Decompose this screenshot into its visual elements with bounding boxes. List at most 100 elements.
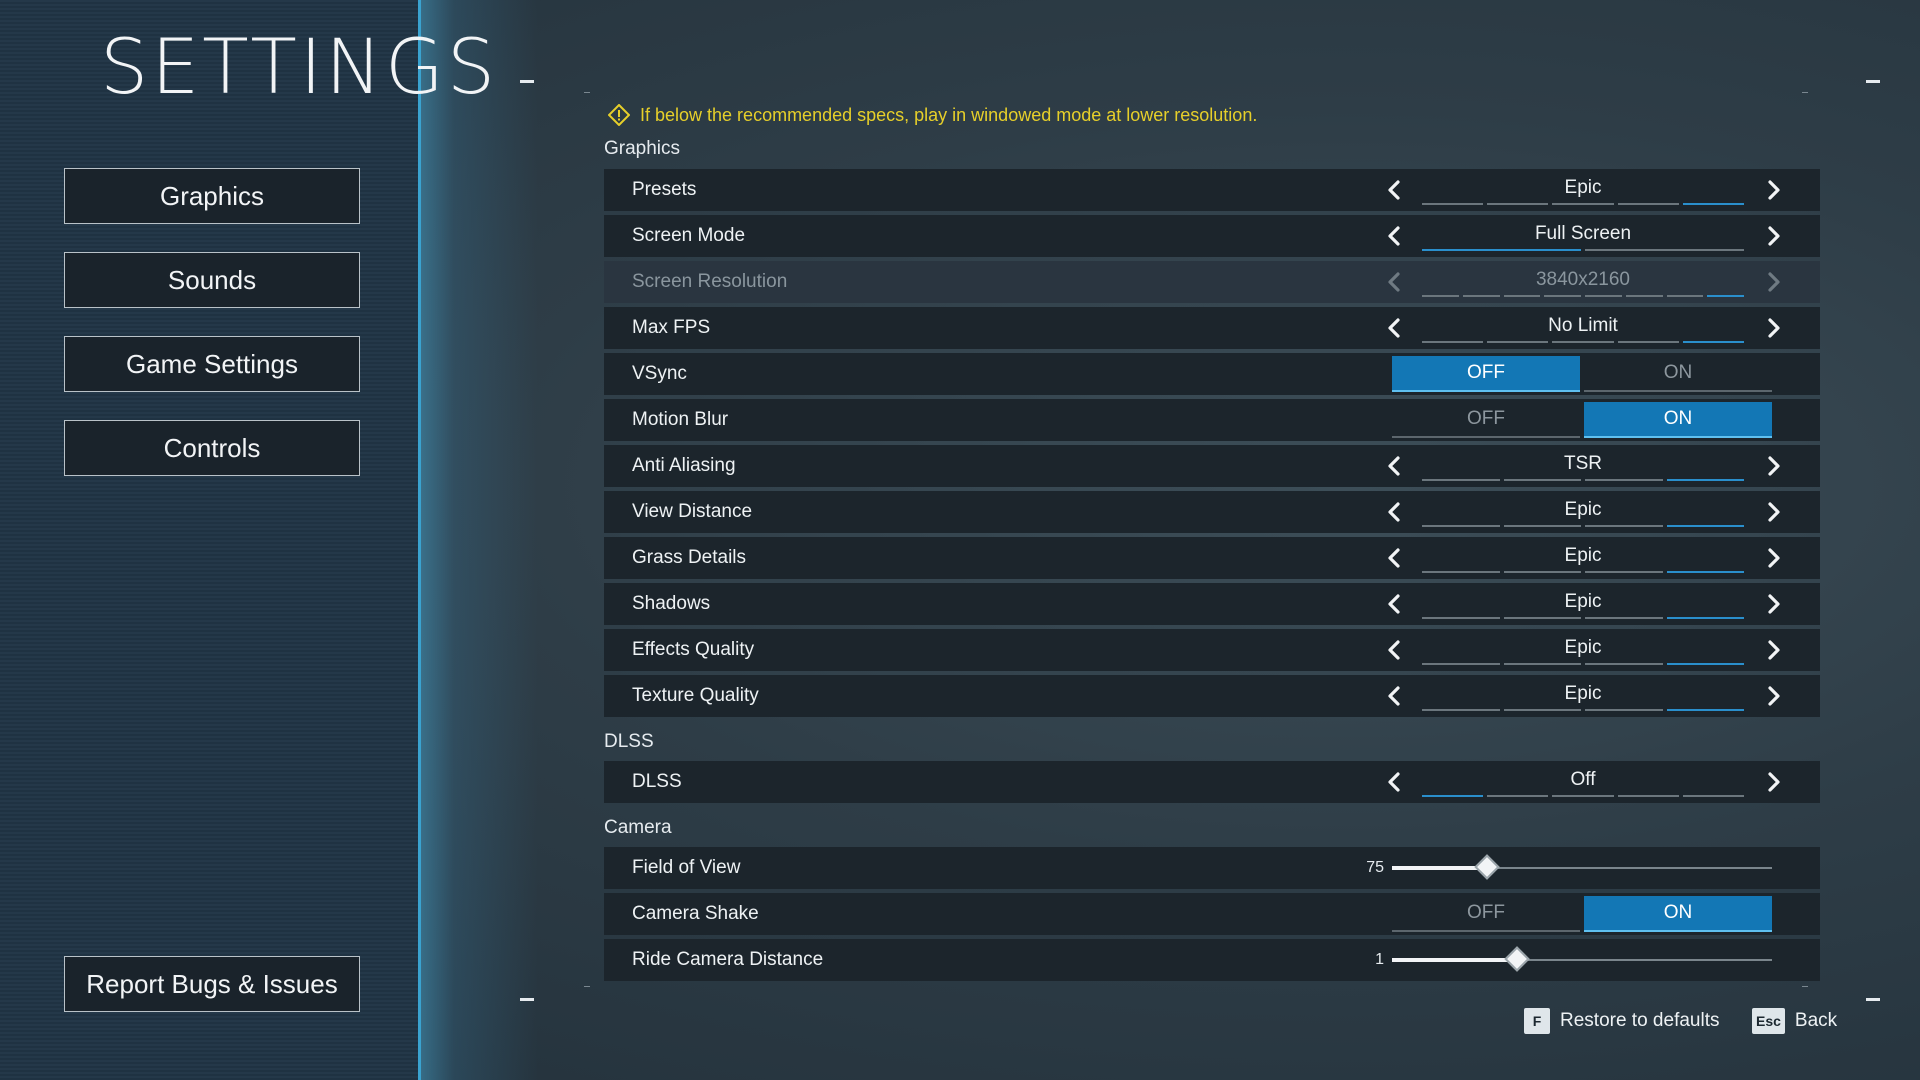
segment-indicator: [1422, 295, 1744, 297]
nav-controls-button[interactable]: Controls: [64, 420, 360, 476]
segment-mark: [1422, 341, 1484, 343]
segment-indicator: [1422, 617, 1744, 619]
chevron-right-icon[interactable]: [1758, 681, 1788, 711]
row-grass-details[interactable]: Grass Details Epic: [604, 537, 1820, 579]
segment-mark: [1422, 709, 1500, 711]
segment-mark: [1585, 479, 1663, 481]
nav-graphics-button[interactable]: Graphics: [64, 168, 360, 224]
chevron-right-icon[interactable]: [1758, 451, 1788, 481]
toggle-on-button[interactable]: ON: [1584, 402, 1772, 438]
segment-mark: [1707, 295, 1744, 297]
chevron-left-icon[interactable]: [1380, 313, 1410, 343]
frame-corner-tl: [520, 80, 534, 83]
chevron-left-icon[interactable]: [1380, 497, 1410, 527]
segment-mark: [1503, 295, 1541, 297]
toggle-off-button[interactable]: OFF: [1392, 356, 1580, 392]
chevron-left-icon: [1380, 267, 1410, 297]
segment-mark: [1682, 341, 1745, 343]
segment-mark: [1544, 295, 1581, 297]
select-value: No Limit: [1548, 315, 1618, 336]
back-hint[interactable]: Esc Back: [1752, 1008, 1837, 1034]
slider-fill: [1392, 958, 1517, 962]
chevron-right-icon[interactable]: [1758, 221, 1788, 251]
segment-mark: [1487, 795, 1549, 797]
row-camera-shake: Camera Shake OFF ON: [604, 893, 1820, 935]
row-motion-blur: Motion Blur OFF ON: [604, 399, 1820, 441]
segment-mark: [1625, 295, 1663, 297]
nav-sounds-button[interactable]: Sounds: [64, 252, 360, 308]
row-shadows[interactable]: Shadows Epic: [604, 583, 1820, 625]
segment-mark: [1422, 571, 1500, 573]
row-view-distance[interactable]: View Distance Epic: [604, 491, 1820, 533]
segment-mark: [1666, 617, 1744, 619]
segment-mark: [1422, 295, 1459, 297]
chevron-left-icon[interactable]: [1380, 221, 1410, 251]
f-key-icon: F: [1524, 1008, 1550, 1034]
row-effects-quality[interactable]: Effects Quality Epic: [604, 629, 1820, 671]
row-texture-quality[interactable]: Texture Quality Epic: [604, 675, 1820, 717]
segment-mark: [1487, 203, 1549, 205]
select-value: 3840x2160: [1535, 269, 1631, 290]
row-screen-mode[interactable]: Screen Mode Full Screen: [604, 215, 1820, 257]
segment-mark: [1422, 795, 1484, 797]
chevron-right-icon[interactable]: [1758, 497, 1788, 527]
row-anti-aliasing[interactable]: Anti Aliasing TSR: [604, 445, 1820, 487]
page-title: SETTINGS: [100, 22, 499, 111]
toggle-on-button[interactable]: ON: [1584, 896, 1772, 932]
segment-mark: [1666, 525, 1744, 527]
toggle-off-button[interactable]: OFF: [1392, 402, 1580, 438]
segment-mark: [1422, 249, 1581, 251]
segment-indicator: [1422, 709, 1744, 711]
warning-text: If below the recommended specs, play in …: [640, 104, 1258, 125]
report-bugs-button[interactable]: Report Bugs & Issues: [64, 956, 360, 1012]
frame-corner-br: [1866, 998, 1880, 1001]
select-value: Full Screen: [1534, 223, 1632, 244]
chevron-left-icon[interactable]: [1380, 589, 1410, 619]
slider-track[interactable]: [1392, 854, 1772, 880]
segment-mark: [1552, 203, 1614, 205]
nav-game-settings-button[interactable]: Game Settings: [64, 336, 360, 392]
chevron-right-icon[interactable]: [1758, 175, 1788, 205]
sidebar-glow: [418, 0, 538, 1080]
segment-mark: [1503, 479, 1581, 481]
chevron-left-icon[interactable]: [1380, 635, 1410, 665]
row-max-fps[interactable]: Max FPS No Limit: [604, 307, 1820, 349]
segment-mark: [1462, 295, 1500, 297]
row-presets[interactable]: Presets Epic: [604, 169, 1820, 211]
chevron-left-icon[interactable]: [1380, 175, 1410, 205]
segment-indicator: [1422, 525, 1744, 527]
chevron-right-icon[interactable]: [1758, 543, 1788, 573]
chevron-right-icon[interactable]: [1758, 635, 1788, 665]
chevron-left-icon[interactable]: [1380, 767, 1410, 797]
slider-handle[interactable]: [1474, 854, 1500, 880]
segment-mark: [1666, 571, 1744, 573]
row-label: Field of View: [632, 857, 741, 878]
segment-mark: [1422, 525, 1500, 527]
segment-mark: [1422, 617, 1500, 619]
row-label: Motion Blur: [632, 409, 729, 430]
segment-indicator: [1422, 795, 1745, 797]
segment-mark: [1552, 341, 1614, 343]
spec-warning: If below the recommended specs, play in …: [608, 104, 1257, 126]
segment-mark: [1585, 617, 1663, 619]
chevron-right-icon[interactable]: [1758, 313, 1788, 343]
row-label: Max FPS: [632, 317, 711, 338]
row-label: VSync: [632, 363, 687, 384]
row-label: Ride Camera Distance: [632, 949, 824, 970]
toggle-on-button[interactable]: ON: [1584, 356, 1772, 392]
chevron-right-icon[interactable]: [1758, 589, 1788, 619]
frame-tick: [1802, 92, 1808, 93]
chevron-left-icon[interactable]: [1380, 543, 1410, 573]
chevron-left-icon[interactable]: [1380, 681, 1410, 711]
segment-mark: [1503, 709, 1581, 711]
slider-handle[interactable]: [1504, 946, 1530, 972]
row-label: View Distance: [632, 501, 753, 522]
toggle-off-button[interactable]: OFF: [1392, 896, 1580, 932]
slider-track[interactable]: [1392, 946, 1772, 972]
restore-defaults-hint[interactable]: F Restore to defaults: [1524, 1008, 1719, 1034]
chevron-right-icon[interactable]: [1758, 767, 1788, 797]
segment-mark: [1585, 525, 1663, 527]
chevron-left-icon[interactable]: [1380, 451, 1410, 481]
segment-mark: [1503, 663, 1581, 665]
row-dlss[interactable]: DLSS Off: [604, 761, 1820, 803]
